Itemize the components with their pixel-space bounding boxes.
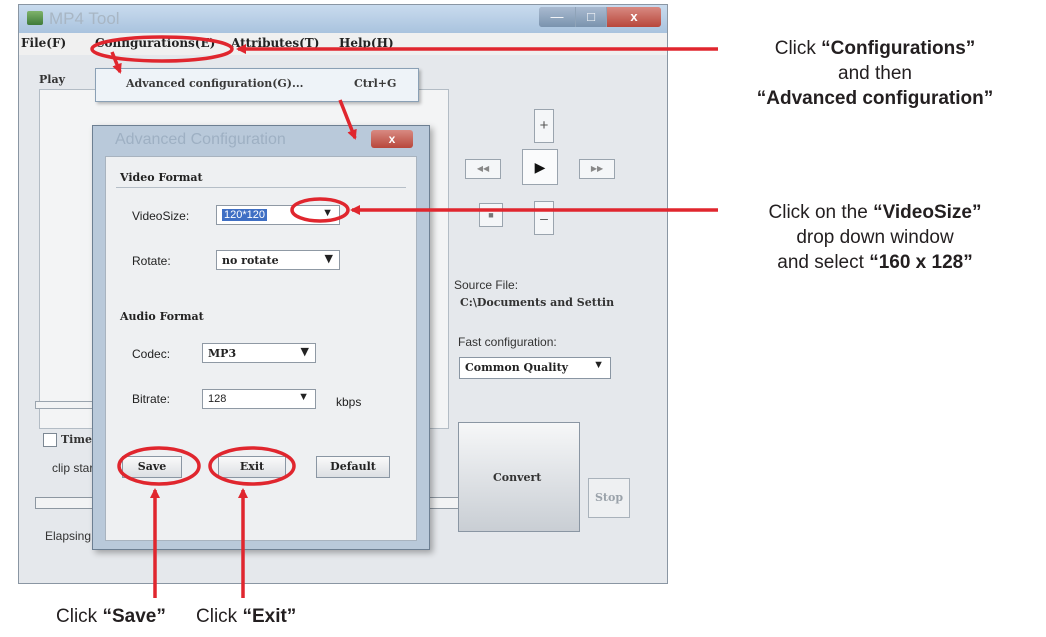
annotation-text: and then [838,63,912,84]
annotation-bold-text: “VideoSize” [873,202,982,223]
annotation-text: drop down window [796,227,954,248]
annotation-text: Click [196,606,243,627]
arrow-to-dialog [338,99,357,140]
highlight-save [117,446,201,486]
annotation-text: Click [56,606,103,627]
highlight-exit [208,446,296,486]
annotation-bold-text: “Advanced configuration” [756,88,994,109]
annotation-configurations: Click “Configurations” and then “Advance… [705,36,1045,111]
annotation-videosize: Click on the “VideoSize” drop down windo… [705,200,1045,275]
annotation-bold-text: “Save” [102,606,166,627]
annotation-bold-text: “Exit” [242,606,297,627]
annotation-exit: Click “Exit” [196,604,336,629]
annotation-bold-text: “Configurations” [821,38,976,59]
annotation-save: Click “Save” [56,604,196,629]
arrow-to-advanced-item [110,51,122,74]
annotation-text: Click [774,38,822,59]
annotation-text: and select [777,252,870,273]
annotation-bold-text: “160 x 128” [869,252,973,273]
highlight-videosize-arrow [290,197,350,223]
annotation-text: Click on the [768,202,874,223]
